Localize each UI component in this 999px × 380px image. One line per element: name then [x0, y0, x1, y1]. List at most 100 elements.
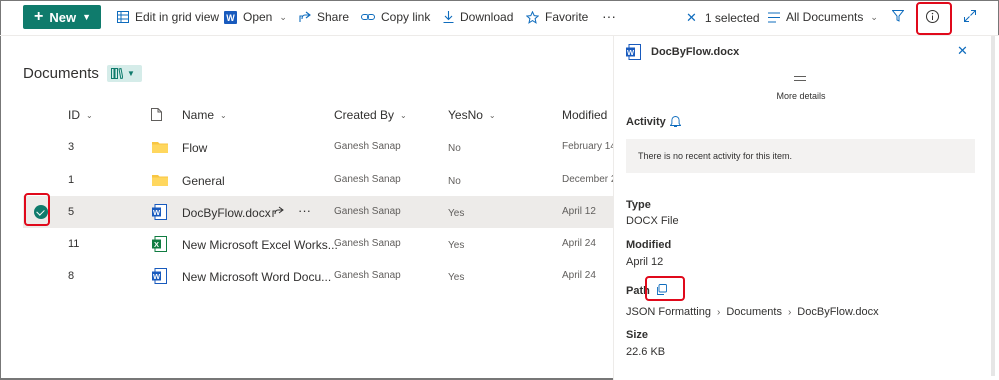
- column-header-name[interactable]: Name ⌄: [182, 108, 227, 122]
- filter-button[interactable]: [892, 10, 910, 22]
- svg-text:X: X: [154, 240, 159, 249]
- path-part[interactable]: DocByFlow.docx: [797, 306, 878, 318]
- row-id: 1: [68, 174, 75, 186]
- drag-handle-icon[interactable]: [794, 76, 806, 81]
- share-icon: [299, 11, 311, 22]
- row-created-by: Ganesh Sanap: [334, 238, 401, 249]
- column-header-yesno[interactable]: YesNo ⌄: [448, 108, 496, 122]
- row-yesno: No: [448, 176, 461, 187]
- plus-icon: +: [34, 8, 44, 25]
- folder-icon: [152, 142, 168, 153]
- row-name[interactable]: General: [182, 174, 225, 188]
- table-row[interactable]: 8 W New Microsoft Word Docu... Ganesh Sa…: [23, 260, 613, 292]
- annotation-box-info: [916, 2, 952, 35]
- path-part[interactable]: JSON Formatting: [626, 306, 711, 318]
- row-name[interactable]: New Microsoft Excel Works...: [182, 238, 338, 252]
- table-row-selected[interactable]: 5 W DocByFlow.docx ··· Ganesh Sanap Yes …: [23, 196, 613, 228]
- command-bar: + New ▼ Edit in grid view W Open ⌄ Share…: [0, 0, 999, 36]
- row-created-by: Ganesh Sanap: [334, 174, 401, 185]
- more-actions-button[interactable]: ···: [602, 8, 616, 24]
- row-modified: April 24: [562, 270, 596, 281]
- chevron-down-icon: ⌄: [86, 110, 93, 120]
- row-yesno: No: [448, 143, 461, 154]
- column-header-label: ID: [68, 108, 80, 122]
- row-modified: February 14: [562, 141, 616, 152]
- svg-text:W: W: [627, 48, 635, 57]
- modified-value: April 12: [626, 256, 664, 268]
- close-icon[interactable]: ✕: [957, 43, 968, 59]
- row-created-by: Ganesh Sanap: [334, 270, 401, 281]
- favorite-button[interactable]: Favorite: [526, 10, 588, 24]
- list-icon: [768, 12, 780, 22]
- row-created-by: Ganesh Sanap: [334, 141, 401, 152]
- library-options-button[interactable]: ▼: [107, 65, 142, 82]
- download-icon: [443, 11, 454, 23]
- excel-file-icon: X: [152, 236, 167, 252]
- share-button[interactable]: Share: [299, 10, 349, 24]
- chevron-down-icon: ⌄: [870, 11, 878, 22]
- download-label: Download: [460, 10, 514, 24]
- chevron-right-icon: ›: [716, 306, 721, 318]
- copy-link-button[interactable]: Copy link: [361, 10, 430, 24]
- details-pane: W DocByFlow.docx ✕ More details Activity…: [613, 36, 999, 380]
- column-header-modified[interactable]: Modified: [562, 108, 607, 122]
- edit-grid-label: Edit in grid view: [135, 10, 220, 24]
- row-id: 3: [68, 141, 75, 153]
- selected-count: 1 selected: [704, 11, 760, 25]
- row-yesno: Yes: [448, 240, 465, 251]
- favorite-label: Favorite: [545, 10, 589, 24]
- activity-empty-message: There is no recent activity for this ite…: [626, 139, 975, 173]
- row-name[interactable]: DocByFlow.docx: [182, 206, 271, 220]
- column-header-label: YesNo: [448, 108, 483, 122]
- details-file-name: DocByFlow.docx: [651, 46, 740, 58]
- more-icon[interactable]: ···: [298, 203, 311, 218]
- new-button[interactable]: + New ▼: [23, 5, 101, 29]
- library-title: Documents: [23, 65, 99, 82]
- bell-icon[interactable]: [670, 116, 681, 128]
- share-label: Share: [317, 10, 350, 24]
- modified-label: Modified: [626, 239, 672, 251]
- column-header-created-by[interactable]: Created By ⌄: [334, 108, 407, 122]
- filter-icon: [892, 10, 904, 22]
- row-id: 8: [68, 270, 75, 282]
- word-icon: W: [224, 10, 237, 24]
- open-label: Open: [243, 10, 273, 24]
- column-header-type[interactable]: [151, 108, 162, 121]
- close-icon: ✕: [686, 10, 697, 25]
- row-id: 5: [68, 206, 75, 218]
- clear-selection-button[interactable]: ✕ 1 selected: [686, 10, 760, 26]
- edit-in-grid-view-button[interactable]: Edit in grid view: [117, 10, 219, 24]
- expand-button[interactable]: [964, 10, 982, 22]
- word-file-icon: W: [152, 268, 167, 284]
- row-yesno: Yes: [448, 208, 465, 219]
- column-header-id[interactable]: ID ⌄: [68, 108, 93, 122]
- folder-icon: [152, 175, 168, 186]
- table-row[interactable]: 1 General Ganesh Sanap No December 2: [23, 164, 616, 196]
- size-label: Size: [626, 329, 649, 341]
- path-part[interactable]: Documents: [726, 306, 782, 318]
- activity-heading: Activity: [626, 116, 666, 128]
- column-header-label: Name: [182, 108, 215, 122]
- row-name[interactable]: Flow: [182, 141, 207, 155]
- more-details-link[interactable]: More details: [614, 91, 988, 101]
- grid-icon: [117, 11, 129, 23]
- file-type-icon: [151, 108, 162, 121]
- view-selector[interactable]: All Documents ⌄: [768, 10, 878, 24]
- chevron-right-icon: ›: [787, 306, 792, 318]
- share-icon[interactable]: [272, 206, 284, 218]
- copy-link-label: Copy link: [381, 10, 431, 24]
- chevron-down-icon: ▼: [127, 69, 135, 78]
- type-value: DOCX File: [626, 215, 679, 227]
- star-icon: [526, 10, 539, 24]
- download-button[interactable]: Download: [443, 10, 513, 24]
- table-row[interactable]: 11 X New Microsoft Excel Works... Ganesh…: [23, 228, 613, 260]
- row-name[interactable]: New Microsoft Word Docu...: [182, 270, 331, 284]
- more-icon: ···: [602, 8, 616, 24]
- chevron-down-icon: ⌄: [400, 110, 407, 120]
- expand-icon: [964, 10, 976, 22]
- open-button[interactable]: W Open ⌄: [224, 10, 287, 24]
- column-header-label: Modified: [562, 108, 608, 122]
- scrollbar[interactable]: [991, 36, 995, 376]
- annotation-box-checkbox: [24, 193, 50, 226]
- table-row[interactable]: 3 Flow Ganesh Sanap No February 14: [23, 131, 616, 163]
